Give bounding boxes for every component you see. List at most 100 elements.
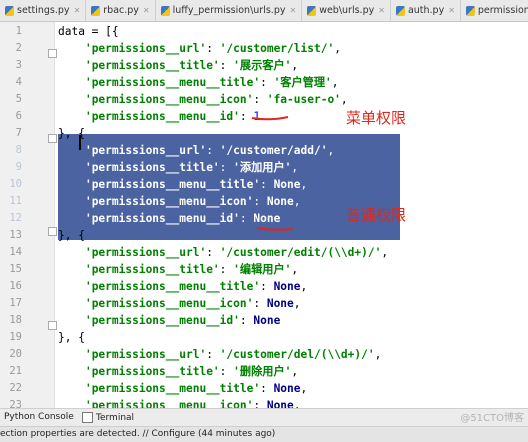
code-token: , (381, 246, 389, 259)
code-line[interactable]: 9 'permissions__title': '添加用户', (0, 159, 528, 176)
line-number: 13 (9, 229, 22, 241)
code-token: , (300, 382, 308, 395)
code-line[interactable]: 22 'permissions__menu__title': None, (0, 380, 528, 397)
tab-luffy-permission-urls-py[interactable]: luffy_permission\urls.py ✕ (156, 0, 303, 21)
code-token: '/customer/add/' (219, 144, 328, 157)
fold-marker-icon[interactable] (48, 49, 57, 58)
code-token: 'permissions__menu__id' (84, 212, 240, 225)
code-line[interactable]: 4 'permissions__menu__title': '客户管理', (0, 74, 528, 91)
python-file-icon (465, 5, 475, 16)
python-file-icon (307, 5, 317, 16)
code-token: 'permissions__menu__icon' (84, 195, 254, 208)
tab-web-urls-py[interactable]: web\urls.py ✕ (302, 0, 391, 21)
code-token: None (273, 178, 301, 191)
code-token: '添加用户' (233, 161, 292, 174)
line-number: 10 (9, 178, 22, 190)
code-line[interactable]: 23 'permissions__menu__icon': None, (0, 397, 528, 408)
line-number: 16 (9, 280, 22, 292)
code-text: 'permissions__menu__icon': None, (58, 397, 301, 408)
tab-label: luffy_permission\urls.py (172, 5, 286, 16)
code-token: : (206, 348, 220, 361)
code-line[interactable]: 16 'permissions__menu__title': None, (0, 278, 528, 295)
terminal-button[interactable]: Terminal (82, 412, 134, 423)
code-token: : (206, 42, 220, 55)
code-line[interactable]: 2 'permissions__url': '/customer/list/', (0, 40, 528, 57)
code-editor[interactable]: 1 data = [{2 'permissions__url': '/custom… (0, 22, 528, 408)
code-token: 'permissions__menu__icon' (84, 93, 254, 106)
code-text: 'permissions__menu__id': None (58, 210, 280, 227)
code-token: : (253, 297, 267, 310)
code-text: 'permissions__title': '删除用户', (58, 363, 298, 380)
code-line[interactable]: 10 'permissions__menu__title': None, (0, 176, 528, 193)
line-number: 5 (15, 93, 22, 105)
line-number: 15 (9, 263, 22, 275)
code-line[interactable]: 14 'permissions__url': '/customer/edit/(… (0, 244, 528, 261)
fold-marker-icon[interactable] (48, 321, 57, 330)
close-icon[interactable]: ✕ (378, 6, 385, 15)
code-text: 'permissions__url': '/customer/edit/(\\d… (58, 244, 388, 261)
code-token: , (374, 348, 382, 361)
code-token: 'permissions__title' (84, 59, 220, 72)
line-number: 12 (9, 212, 22, 224)
close-icon[interactable]: ✕ (74, 6, 81, 15)
code-token: 'permissions__title' (84, 161, 220, 174)
line-number: 4 (15, 76, 22, 88)
code-line[interactable]: 1 data = [{ (0, 23, 528, 40)
text-cursor (79, 135, 81, 150)
code-line[interactable]: 5 'permissions__menu__icon': 'fa-user-o'… (0, 91, 528, 108)
tab-auth-py[interactable]: auth.py ✕ (391, 0, 461, 21)
fold-marker-icon[interactable] (48, 134, 57, 143)
code-text: 'permissions__menu__id': 1 (58, 108, 260, 125)
code-token: }, { (58, 229, 85, 242)
code-text: 'permissions__menu__title': None, (58, 380, 307, 397)
tab-settings-py[interactable]: settings.py ✕ (0, 0, 87, 21)
code-token: '删除用户' (233, 365, 292, 378)
code-line[interactable]: 15 'permissions__title': '编辑用户', (0, 261, 528, 278)
close-icon[interactable]: ✕ (289, 6, 296, 15)
code-token: : (206, 144, 220, 157)
code-token: : (260, 76, 274, 89)
line-number: 7 (15, 127, 22, 139)
code-token: , (300, 280, 308, 293)
code-line[interactable]: 17 'permissions__menu__icon': None, (0, 295, 528, 312)
tab-label: rbac.py (103, 5, 139, 16)
code-line[interactable]: 19 }, { (0, 329, 528, 346)
code-token: None (273, 280, 301, 293)
python-file-icon (91, 5, 101, 16)
code-token: }, { (58, 331, 85, 344)
editor-tab-bar: settings.py ✕ rbac.py ✕ luffy_permission\u… (0, 0, 528, 22)
line-number: 21 (9, 365, 22, 377)
line-number: 19 (9, 331, 22, 343)
tab-rbac-py[interactable]: rbac.py ✕ (86, 0, 156, 21)
code-token: : (219, 365, 234, 378)
code-text: 'permissions__title': '展示客户', (58, 57, 298, 74)
status-message[interactable]: ection properties are detected. // Confi… (0, 429, 275, 439)
python-console-button[interactable]: Python Console (4, 412, 74, 422)
code-token: '/customer/del/(\\d+)/' (219, 348, 375, 361)
code-token: , (291, 161, 299, 174)
code-line[interactable]: 3 'permissions__title': '展示客户', (0, 57, 528, 74)
tab-label: auth.py (407, 5, 445, 16)
close-icon[interactable]: ✕ (448, 6, 455, 15)
code-line[interactable]: 21 'permissions__title': '删除用户', (0, 363, 528, 380)
code-line[interactable]: 11 'permissions__menu__icon': None, (0, 193, 528, 210)
normal-permission-annotation: 普通权限 (346, 206, 407, 224)
code-token: '/customer/edit/(\\d+)/' (219, 246, 382, 259)
tab-permission-py[interactable]: permission.py (461, 0, 528, 21)
line-number: 20 (9, 348, 22, 360)
code-line[interactable]: 18 'permissions__menu__id': None (0, 312, 528, 329)
tab-label: permission.py (477, 5, 528, 16)
close-icon[interactable]: ✕ (143, 6, 150, 15)
code-token: , (291, 59, 299, 72)
fold-marker-icon[interactable] (48, 227, 57, 236)
code-token: '客户管理' (273, 76, 332, 89)
code-line[interactable]: 20 'permissions__url': '/customer/del/(\… (0, 346, 528, 363)
tab-label: web\urls.py (319, 5, 375, 16)
code-token: , (291, 263, 299, 276)
code-text: 'permissions__url': '/customer/del/(\\d+… (58, 346, 381, 363)
